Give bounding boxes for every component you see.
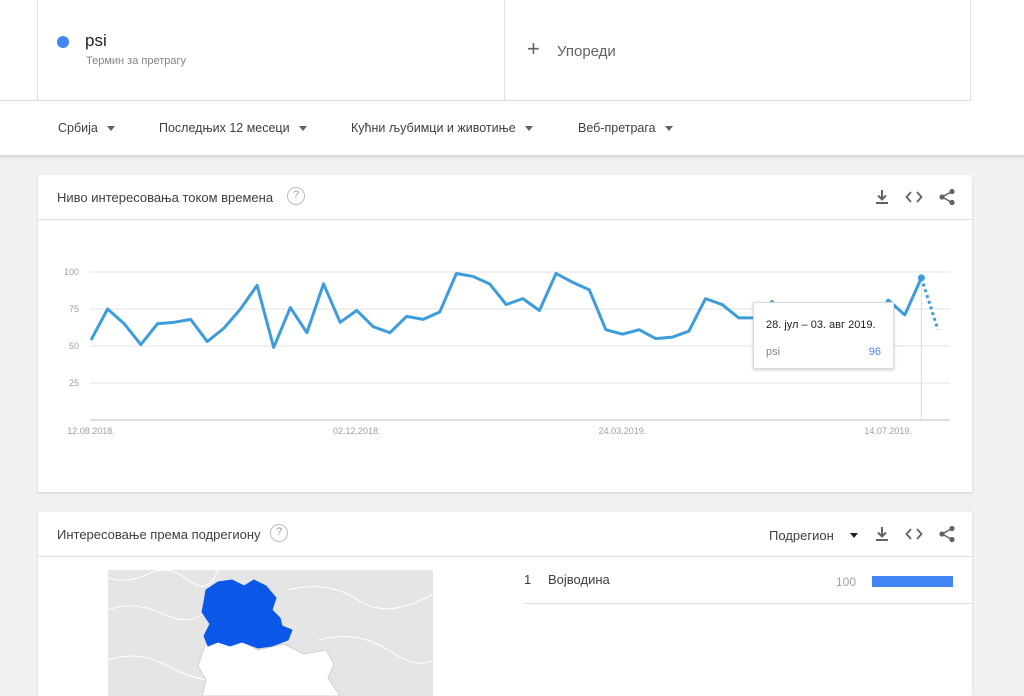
interest-by-subregion-card: Интересовање према подрегиону ? Подрегио… [38, 512, 972, 696]
download-icon[interactable] [872, 187, 892, 207]
value-bar [872, 576, 953, 587]
search-term-psi[interactable]: psi Термин за претрагу [37, 0, 504, 101]
y-tick-label: 25 [69, 378, 79, 388]
download-icon[interactable] [872, 524, 892, 544]
help-icon[interactable]: ? [287, 187, 305, 205]
filters-bar: Србија Последњих 12 месеци Кућни љубимци… [0, 101, 1024, 155]
x-tick-label: 24.03.2019. [599, 426, 647, 436]
y-tick-label: 100 [64, 267, 79, 277]
region-map[interactable] [108, 570, 433, 696]
header-spacer [971, 0, 1024, 101]
card-title: Ниво интересовања током времена [57, 190, 274, 205]
embed-icon[interactable] [904, 524, 924, 544]
x-tick-label: 14.07.2019. [864, 426, 912, 436]
region-name[interactable]: Војводина [548, 572, 610, 587]
compare-button[interactable]: + Упореди [504, 0, 971, 101]
card-title: Интересовање према подрегиону [57, 527, 261, 542]
chevron-down-icon[interactable] [664, 125, 673, 131]
compare-label[interactable]: Упореди [557, 43, 616, 60]
value-bar-track [872, 576, 953, 587]
rank-number: 1 [524, 572, 532, 587]
list-item[interactable]: 1 Војводина 100 [524, 557, 972, 604]
share-icon[interactable] [937, 524, 957, 544]
region-vojvodina [201, 579, 293, 649]
share-icon[interactable] [937, 187, 957, 207]
plus-icon[interactable]: + [527, 38, 540, 60]
embed-icon[interactable] [904, 187, 924, 207]
term-color-dot [57, 36, 69, 48]
chevron-down-icon[interactable] [298, 125, 307, 131]
card-header: Интересовање према подрегиону ? Подрегио… [38, 512, 972, 557]
card-header: Ниво интересовања током времена ? [38, 175, 972, 220]
filter-time-range[interactable]: Последњих 12 месеци [159, 121, 307, 135]
series-line-partial [919, 277, 940, 331]
subregion-dropdown-label[interactable]: Подрегион [769, 528, 834, 543]
filter-time-range-label[interactable]: Последњих 12 месеци [159, 121, 290, 135]
x-tick-label: 02.12.2018. [333, 426, 381, 436]
data-point[interactable] [917, 274, 925, 282]
filter-category-label[interactable]: Кућни љубимци и животиње [351, 121, 516, 135]
chart-tooltip: 28. јул – 03. авг 2019. psi 96 [753, 302, 894, 369]
search-term-type: Термин за претрагу [86, 55, 187, 67]
filter-category[interactable]: Кућни љубимци и животиње [351, 121, 533, 135]
subregion-dropdown[interactable]: Подрегион [769, 528, 858, 543]
x-tick-label: 12.08.2018. [67, 426, 115, 436]
tooltip-date: 28. јул – 03. авг 2019. [766, 319, 876, 331]
filter-search-type[interactable]: Веб-претрага [578, 121, 673, 135]
region-value: 100 [836, 575, 857, 589]
chevron-down-icon[interactable] [849, 533, 858, 538]
search-terms-bar: psi Термин за претрагу + Упореди [0, 0, 1024, 101]
y-tick-label: 50 [69, 341, 79, 351]
chevron-down-icon[interactable] [106, 125, 115, 131]
chevron-down-icon[interactable] [524, 125, 533, 131]
tooltip-series-name: psi [766, 346, 781, 358]
filter-region[interactable]: Србија [58, 121, 115, 135]
search-term-label[interactable]: psi [85, 31, 107, 51]
filter-search-type-label[interactable]: Веб-претрага [578, 121, 656, 135]
tooltip-value: 96 [868, 346, 881, 358]
help-icon[interactable]: ? [270, 524, 288, 542]
filter-region-label[interactable]: Србија [58, 121, 98, 135]
y-tick-label: 75 [69, 304, 79, 314]
